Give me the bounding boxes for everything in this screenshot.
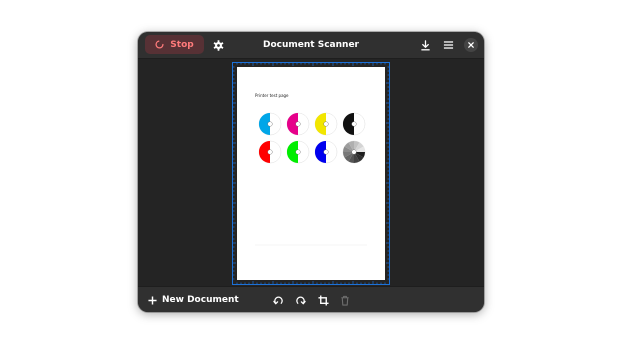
window-title: Document Scanner	[263, 40, 359, 50]
new-document-label: New Document	[162, 295, 239, 305]
rotate-left-icon	[272, 296, 283, 304]
hamburger-menu-icon	[443, 41, 453, 49]
trash-icon	[341, 295, 349, 306]
rotate-left-button[interactable]	[269, 291, 287, 309]
test-circle-center	[351, 121, 357, 127]
download-icon	[420, 39, 430, 50]
test-circle	[286, 112, 310, 136]
test-circle-center	[351, 149, 357, 155]
scan-preview-area: Printer test page	[138, 59, 484, 286]
test-circle	[258, 140, 282, 164]
scanned-page: Printer test page	[237, 67, 385, 280]
test-circle-center	[267, 121, 273, 127]
header-bar: Stop Document Scanner	[138, 32, 484, 59]
test-circle	[342, 140, 366, 164]
stop-button[interactable]: Stop	[145, 35, 204, 54]
crop-button[interactable]	[314, 291, 332, 309]
test-page-graphics	[255, 112, 367, 246]
test-circle-center	[323, 149, 329, 155]
test-circle	[314, 112, 338, 136]
test-circle-center	[267, 149, 273, 155]
test-circle	[314, 140, 338, 164]
test-circle-center	[295, 121, 301, 127]
new-document-button[interactable]: New Document	[148, 291, 239, 309]
delete-page-button[interactable]	[336, 291, 354, 309]
scanned-page-frame[interactable]: Printer test page	[232, 62, 390, 285]
crop-icon	[317, 294, 329, 306]
test-circle-center	[295, 149, 301, 155]
rotate-right-icon	[295, 296, 306, 304]
spinner-icon	[155, 40, 164, 49]
test-circle	[258, 112, 282, 136]
save-button[interactable]	[416, 36, 434, 54]
test-circle	[286, 140, 310, 164]
gear-icon	[213, 39, 223, 51]
page-label: Printer test page	[255, 93, 289, 98]
bottom-bar: New Document	[138, 286, 484, 312]
close-button[interactable]	[464, 38, 478, 52]
main-menu-button[interactable]	[439, 36, 457, 54]
stop-label: Stop	[170, 39, 194, 50]
close-icon	[468, 42, 474, 48]
test-circle-center	[323, 121, 329, 127]
plus-icon	[148, 295, 157, 305]
document-scanner-window: Stop Document Scanner Printer test page …	[138, 32, 484, 312]
preferences-button[interactable]	[209, 36, 227, 54]
rotate-right-button[interactable]	[291, 291, 309, 309]
test-circle	[342, 112, 366, 136]
